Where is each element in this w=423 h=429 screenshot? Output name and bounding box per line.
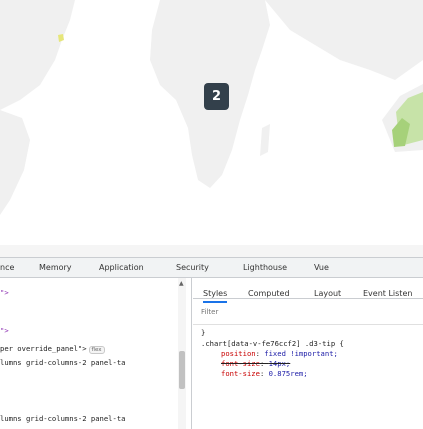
devtools-tabbar: nce Memory Application Security Lighthou… — [0, 258, 423, 278]
styles-tabbar: Styles Computed Layout Event Listen — [193, 278, 423, 303]
map-area[interactable]: 2 — [0, 0, 423, 257]
css-property: font-size — [221, 359, 260, 368]
dom-node-text: lumns grid-columns-2 panel-ta — [0, 358, 126, 367]
tab-performance[interactable]: nce — [0, 263, 14, 272]
antarctica-landmass — [0, 245, 423, 257]
css-property: position — [221, 349, 256, 358]
world-map[interactable] — [0, 0, 423, 257]
tab-layout[interactable]: Layout — [314, 289, 341, 298]
css-closing-brace: } — [201, 328, 206, 337]
css-property: font-size — [221, 369, 260, 378]
dom-node-text: "> — [0, 326, 9, 335]
css-declaration-font-size[interactable]: font-size: 0.875rem; — [221, 369, 308, 378]
elements-tree[interactable]: "> "> per override_panel"> flex lumns gri… — [0, 278, 178, 429]
americas-landmass — [0, 0, 75, 110]
css-value: fixed !important; — [264, 349, 338, 358]
tab-lighthouse[interactable]: Lighthouse — [243, 263, 287, 272]
styles-filter-input[interactable] — [201, 308, 401, 316]
dom-node[interactable]: "> — [0, 288, 9, 297]
tab-security[interactable]: Security — [176, 263, 209, 272]
dom-node[interactable]: lumns grid-columns-2 panel-ta — [0, 358, 126, 367]
south-america-landmass — [0, 110, 30, 215]
asia-landmass — [265, 0, 423, 80]
tab-application[interactable]: Application — [99, 263, 144, 272]
dom-node-text: "> — [0, 288, 9, 297]
dom-node-text: lumns grid-columns-2 panel-ta — [0, 414, 126, 423]
styles-pane: Styles Computed Layout Event Listen } .c… — [193, 278, 423, 429]
css-value: 14px; — [268, 359, 291, 368]
tab-styles[interactable]: Styles — [203, 289, 228, 303]
devtools-panel: nce Memory Application Security Lighthou… — [0, 257, 423, 429]
dom-node[interactable]: "> — [0, 326, 9, 335]
tab-vue[interactable]: Vue — [314, 263, 329, 272]
madagascar — [260, 124, 270, 156]
flex-badge[interactable]: flex — [88, 346, 105, 354]
tab-memory[interactable]: Memory — [39, 263, 72, 272]
tab-computed[interactable]: Computed — [248, 289, 290, 298]
css-selector[interactable]: .chart[data-v-fe76ccf2] .d3-tip { — [201, 339, 344, 348]
filter-divider — [193, 324, 423, 325]
scroll-thumb[interactable] — [179, 351, 185, 389]
dom-node-text: per override_panel"> — [0, 344, 87, 353]
dom-node[interactable]: lumns grid-columns-2 panel-ta — [0, 414, 126, 423]
css-declaration-position[interactable]: position: fixed !important; — [221, 349, 338, 358]
scroll-up-arrow-icon[interactable]: ▲ — [179, 280, 184, 287]
tab-event-listeners[interactable]: Event Listen — [363, 289, 412, 298]
highlight-region-yellow — [58, 34, 64, 42]
pane-divider[interactable] — [191, 278, 192, 429]
dom-node-override-panel[interactable]: per override_panel"> flex — [0, 344, 105, 354]
cluster-marker[interactable]: 2 — [204, 83, 229, 110]
elements-scrollbar[interactable]: ▲ — [178, 278, 186, 429]
css-value: 0.875rem; — [268, 369, 308, 378]
css-declaration-overridden[interactable]: font-size: 14px; — [221, 359, 290, 368]
